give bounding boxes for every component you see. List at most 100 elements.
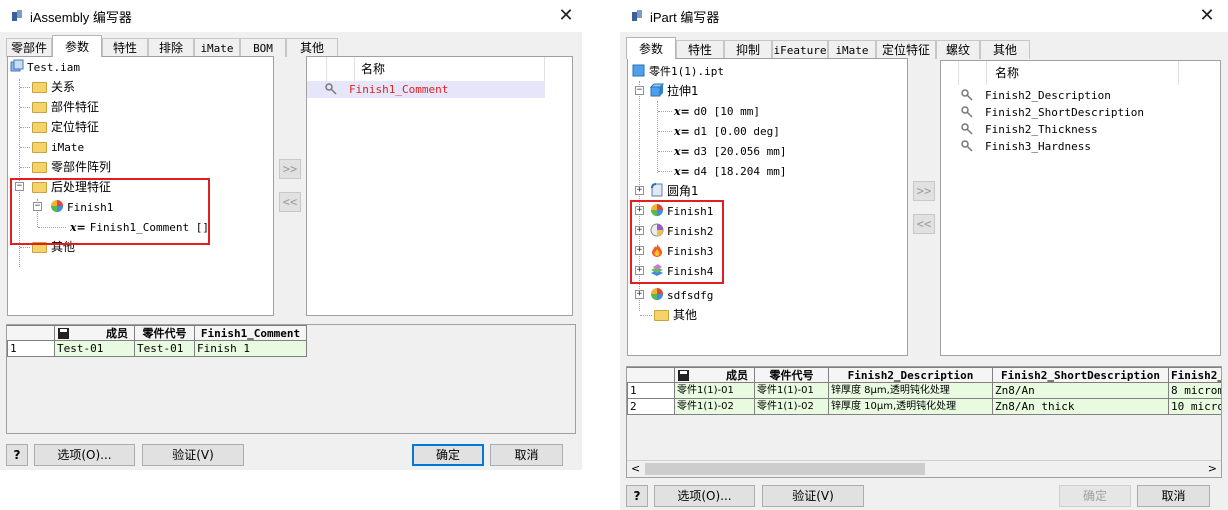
tree-item-imate[interactable]: iMate xyxy=(32,137,84,157)
tab-threads[interactable]: 螺纹 xyxy=(936,40,980,59)
tab-parameters[interactable]: 参数 xyxy=(52,35,102,57)
folder-icon xyxy=(32,162,47,173)
table-header-finish1-comment[interactable]: Finish1_Comment xyxy=(195,325,307,341)
table-header-finish2-thickness[interactable]: Finish2_ xyxy=(1169,367,1221,383)
tree-item-component-patterns[interactable]: 零部件阵列 xyxy=(32,157,111,177)
options-button[interactable]: 选项(O)... xyxy=(34,444,135,466)
verify-button[interactable]: 验证(V) xyxy=(762,485,864,507)
tree-root[interactable]: 零件1(1).ipt xyxy=(632,61,724,81)
key-icon xyxy=(325,83,337,95)
remove-parameter-button[interactable]: << xyxy=(913,214,935,234)
tab-exclude[interactable]: 排除 xyxy=(148,38,194,57)
list-header-name[interactable]: 名称 xyxy=(355,57,545,81)
table-cell-finish1-comment[interactable]: Finish 1 xyxy=(195,341,307,357)
ok-button[interactable]: 确定 xyxy=(1059,485,1131,507)
tab-suppression[interactable]: 抑制 xyxy=(724,40,772,59)
tab-properties[interactable]: 特性 xyxy=(676,40,724,59)
horizontal-scrollbar[interactable]: < > xyxy=(627,460,1221,477)
add-parameter-button[interactable]: >> xyxy=(913,181,935,201)
tree-root[interactable]: Test.iam xyxy=(10,57,80,77)
tree-item-extrude1[interactable]: 拉伸1 xyxy=(649,81,699,101)
tab-properties[interactable]: 特性 xyxy=(102,38,148,57)
table-cell-member[interactable]: Test-01 xyxy=(55,341,135,357)
expand-toggle[interactable]: + xyxy=(635,290,644,299)
table-header-corner xyxy=(627,367,675,383)
list-item[interactable]: Finish2_Description xyxy=(941,87,1111,104)
table-header-part-number[interactable]: 零件代号 xyxy=(135,325,195,341)
table-cell-part-number[interactable]: Test-01 xyxy=(135,341,195,357)
tab-work-features[interactable]: 定位特征 xyxy=(876,40,936,59)
close-icon[interactable]: ✕ xyxy=(553,3,579,29)
table-cell-part-number[interactable]: 零件1(1)-02 xyxy=(755,399,829,415)
table-cell-member[interactable]: 零件1(1)-01 xyxy=(675,383,755,399)
selected-parameter-list[interactable]: 名称 Finish1_Comment xyxy=(306,56,573,316)
table-cell-finish2-description[interactable]: 锌厚度 8μm,透明钝化处理 xyxy=(829,383,993,399)
table-cell-part-number[interactable]: 零件1(1)-01 xyxy=(755,383,829,399)
tab-imate[interactable]: iMate xyxy=(194,38,240,57)
tree-item-param-d4[interactable]: x= d4 [18.204 mm] xyxy=(674,161,787,181)
fillet-icon xyxy=(651,183,663,197)
tree-item-param-d1[interactable]: x= d1 [0.00 deg] xyxy=(674,121,780,141)
list-item[interactable]: Finish1_Comment xyxy=(307,81,545,98)
tab-components[interactable]: 零部件 xyxy=(6,38,52,57)
help-button[interactable]: ? xyxy=(626,485,648,507)
table-row-number[interactable]: 1 xyxy=(627,383,675,399)
list-item[interactable]: Finish3_Hardness xyxy=(941,138,1091,155)
extrude-icon xyxy=(649,83,665,97)
list-header-name[interactable]: 名称 xyxy=(987,61,1179,85)
list-item[interactable]: Finish2_ShortDescription xyxy=(941,104,1144,121)
key-icon xyxy=(961,140,973,152)
parameter-icon: x= xyxy=(674,105,690,118)
tree-item-assembly-features[interactable]: 部件特征 xyxy=(32,97,99,117)
member-table[interactable]: 成员 零件代号 Finish1_Comment 1 Test-01 Test-0… xyxy=(6,324,576,434)
table-cell-finish2-thickness[interactable]: 8 microm xyxy=(1169,383,1221,399)
verify-button[interactable]: 验证(V) xyxy=(142,444,244,466)
folder-icon xyxy=(32,82,47,93)
help-button[interactable]: ? xyxy=(6,444,28,466)
folder-icon xyxy=(32,122,47,133)
table-cell-finish2-description[interactable]: 锌厚度 10μm,透明钝化处理 xyxy=(829,399,993,415)
tree-item-other[interactable]: 其他 xyxy=(654,305,697,325)
table-header-finish2-shortdescription[interactable]: Finish2_ShortDescription xyxy=(993,367,1169,383)
list-item[interactable]: Finish2_Thickness xyxy=(941,121,1098,138)
save-icon xyxy=(678,370,689,381)
expand-toggle[interactable]: + xyxy=(635,186,644,195)
member-table[interactable]: 成员 零件代号 Finish2_Description Finish2_Shor… xyxy=(626,366,1222,478)
close-icon[interactable]: ✕ xyxy=(1194,3,1220,29)
table-header-finish2-description[interactable]: Finish2_Description xyxy=(829,367,993,383)
table-cell-member[interactable]: 零件1(1)-02 xyxy=(675,399,755,415)
tree-item-sdfsdfg[interactable]: sdfsdfg xyxy=(650,285,713,305)
tree-item-param-d3[interactable]: x= d3 [20.056 mm] xyxy=(674,141,787,161)
table-cell-finish2-shortdescription[interactable]: Zn8/An xyxy=(993,383,1169,399)
cancel-button[interactable]: 取消 xyxy=(1137,485,1210,507)
ok-button[interactable]: 确定 xyxy=(412,444,484,466)
tree-item-relations[interactable]: 关系 xyxy=(32,77,75,97)
tab-other[interactable]: 其他 xyxy=(980,40,1030,59)
selected-parameter-list[interactable]: 名称 Finish2_Description Finish2_ShortDesc… xyxy=(940,60,1221,356)
tree-item-work-features[interactable]: 定位特征 xyxy=(32,117,99,137)
tab-imate[interactable]: iMate xyxy=(828,40,876,59)
tab-bom[interactable]: BOM xyxy=(240,38,286,57)
table-cell-finish2-thickness[interactable]: 10 microm xyxy=(1169,399,1221,415)
collapse-toggle[interactable]: − xyxy=(635,86,644,95)
add-parameter-button[interactable]: >> xyxy=(279,159,301,179)
parameter-icon: x= xyxy=(674,165,690,178)
table-row-number[interactable]: 1 xyxy=(7,341,55,357)
scroll-left-arrow[interactable]: < xyxy=(631,461,640,476)
options-button[interactable]: 选项(O)... xyxy=(654,485,755,507)
tree-item-param-d0[interactable]: x= d0 [10 mm] xyxy=(674,101,760,121)
tab-parameters[interactable]: 参数 xyxy=(626,37,676,59)
table-row-number[interactable]: 2 xyxy=(627,399,675,415)
cancel-button[interactable]: 取消 xyxy=(490,444,563,466)
table-header-part-number[interactable]: 零件代号 xyxy=(755,367,829,383)
tab-ifeature[interactable]: iFeature xyxy=(772,40,828,59)
table-header-member[interactable]: 成员 xyxy=(55,325,135,341)
scroll-right-arrow[interactable]: > xyxy=(1208,461,1217,476)
highlight-box xyxy=(630,200,724,284)
tab-other[interactable]: 其他 xyxy=(286,38,338,57)
table-header-member[interactable]: 成员 xyxy=(675,367,755,383)
tree-item-fillet1[interactable]: 圆角1 xyxy=(650,181,699,201)
scrollbar-thumb[interactable] xyxy=(645,463,925,475)
remove-parameter-button[interactable]: << xyxy=(279,192,301,212)
table-cell-finish2-shortdescription[interactable]: Zn8/An thick xyxy=(993,399,1169,415)
